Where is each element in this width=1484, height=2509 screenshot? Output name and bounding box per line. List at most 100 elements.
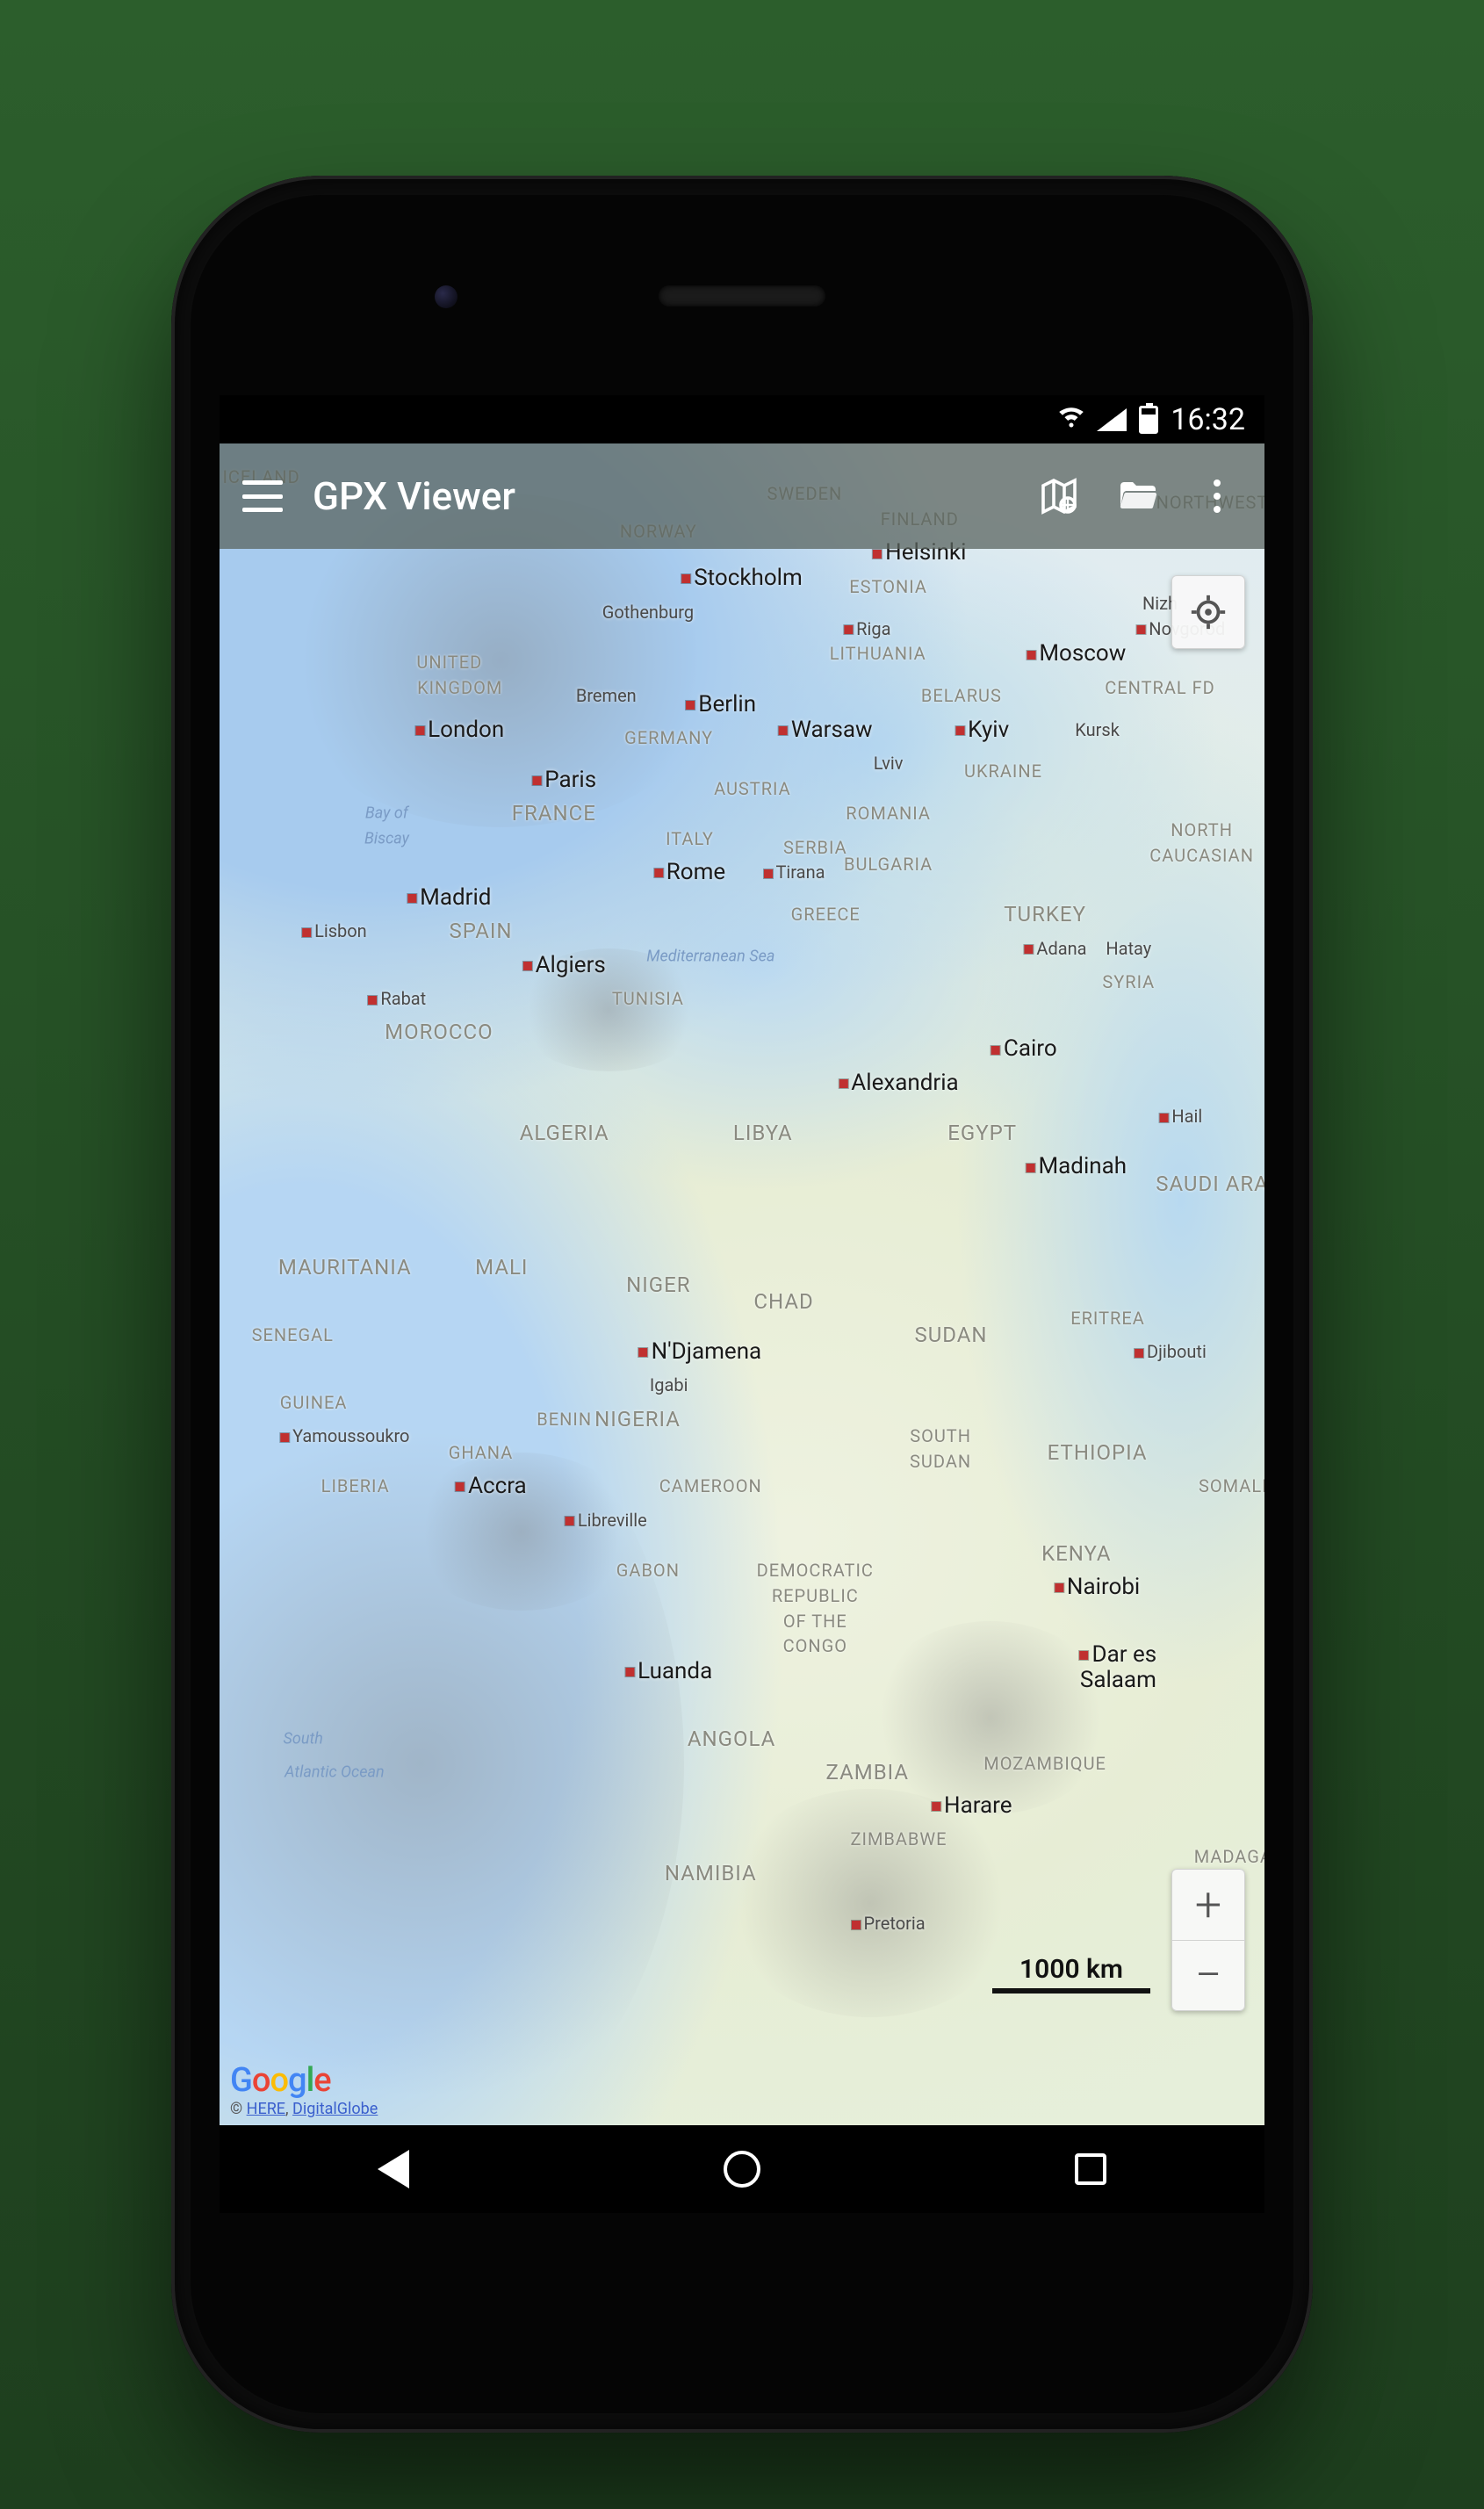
city-label-label: Hail [1171,1106,1202,1127]
attribution-link-here[interactable]: HERE [247,2100,285,2118]
city-label: Bremen [576,685,637,706]
country-label: ALGERIA [520,1121,609,1145]
map-area[interactable]: ICELANDSWEDENFINLANDNORWAYNORTHWESTUNITE… [220,443,1264,2125]
country-label-label: AUSTRIA [714,778,791,799]
overflow-menu-button[interactable] [1192,472,1242,521]
country-label-label: REPUBLIC [772,1585,859,1606]
zoom-control: + − [1171,1869,1245,2011]
city-label-label: Paris [544,767,596,793]
sea-label: South [284,1729,323,1748]
city-marker-icon [639,1348,648,1357]
hamburger-icon[interactable] [242,480,283,512]
city-label-label: Djibouti [1147,1341,1207,1362]
city-label-label: Bremen [576,685,637,706]
city-label-label: Salaam [1080,1667,1156,1693]
country-label-label: BENIN [537,1409,592,1430]
city-label: Adana [1024,938,1086,959]
country-label: SOMALI [1199,1475,1264,1496]
country-label-label: MADAGA [1194,1846,1264,1867]
city-label: London [415,717,504,743]
country-label-label: GHANA [449,1442,514,1463]
country-label: DEMOCRATIC [757,1560,874,1581]
city-marker-icon [625,1668,634,1676]
city-label: Cairo [991,1035,1057,1062]
phone-frame: 16:32 ICELANDSWEDENFINLANDNORWAYNORTHWES… [171,176,1313,2433]
country-label-label: ERITREA [1070,1308,1145,1329]
city-label: Warsaw [779,717,873,743]
country-label: CENTRAL FD [1105,677,1215,698]
map-style-button[interactable] [1034,472,1084,521]
country-label-label: ZAMBIA [826,1760,910,1784]
country-label: SOUTH [910,1425,971,1446]
country-label-label: GERMANY [624,727,713,748]
country-label: LITHUANIA [830,643,926,664]
country-label-label: DEMOCRATIC [757,1560,874,1581]
country-label-label: ALGERIA [520,1121,609,1145]
city-label-label: Luanda [638,1658,712,1684]
wifi-icon [1058,402,1084,437]
city-marker-icon [566,1517,574,1525]
city-marker-icon [302,928,311,937]
city-label-label: Stockholm [694,565,803,591]
city-label: Accra [456,1473,527,1499]
city-label: Hail [1159,1106,1202,1127]
country-label: CHAD [753,1289,813,1314]
city-label: Gothenburg [602,602,694,623]
city-label: Moscow [1027,640,1126,667]
open-file-button[interactable] [1113,472,1163,521]
country-label: SAUDI ARA [1156,1172,1264,1196]
country-label: GUINEA [280,1392,348,1413]
attribution-link-digitalglobe[interactable]: DigitalGlobe [292,2100,378,2118]
nav-back-button[interactable] [370,2145,417,2193]
app-bar: GPX Viewer [220,443,1264,549]
sea-label-label: Bay of [365,804,408,823]
earpiece [659,285,825,306]
country-label-label: SAUDI ARA [1156,1172,1264,1196]
city-marker-icon [839,1079,847,1088]
country-label-label: GABON [616,1560,680,1581]
city-label-label: Dar es [1092,1641,1157,1668]
zoom-in-button[interactable]: + [1172,1870,1244,1940]
my-location-button[interactable] [1171,575,1245,649]
nav-home-button[interactable] [718,2145,766,2193]
country-label-label: TUNISIA [612,988,684,1009]
city-marker-icon [764,869,773,878]
country-label-label: EGYPT [947,1121,1017,1145]
country-label: NIGERIA [594,1407,681,1431]
city-label-label: N'Djamena [652,1338,762,1365]
google-logo: Google [230,2061,378,2100]
city-label: Pretoria [852,1913,926,1934]
city-marker-icon [1026,1164,1034,1172]
city-label: Tirana [764,862,825,883]
country-label: MALI [475,1255,528,1280]
country-label: ESTONIA [849,576,927,597]
city-marker-icon [991,1046,1000,1055]
country-label: CONGO [783,1635,847,1656]
country-label-label: UKRAINE [964,761,1042,782]
country-label-label: GUINEA [280,1392,348,1413]
country-label: TURKEY [1004,902,1086,926]
country-label-label: ZIMBABWE [851,1828,947,1849]
city-label-label: Kyiv [968,717,1009,743]
city-label-label: Rome [666,859,725,885]
nav-recent-button[interactable] [1067,2145,1114,2193]
country-label-label: NORTH [1171,819,1233,840]
city-label-label: Algiers [536,952,606,978]
country-label: OF THE [783,1611,847,1632]
city-label-label: Igabi [650,1374,688,1395]
country-label-label: BULGARIA [844,854,933,875]
country-label: MOZAMBIQUE [983,1753,1106,1774]
city-marker-icon [280,1433,289,1442]
clock: 16:32 [1171,402,1245,437]
country-label: MOROCCO [385,1020,493,1044]
scale-label: 1000 km [1019,1954,1123,1985]
city-marker-icon [1027,651,1035,660]
city-marker-icon [1080,1651,1089,1660]
city-label: Lisbon [302,920,367,941]
country-label-label: CAMEROON [659,1475,762,1496]
country-label-label: SUDAN [914,1323,987,1347]
country-label: EGYPT [947,1121,1017,1145]
city-label-label: Madrid [420,884,491,911]
city-label: Libreville [566,1510,647,1531]
zoom-out-button[interactable]: − [1172,1940,1244,2010]
